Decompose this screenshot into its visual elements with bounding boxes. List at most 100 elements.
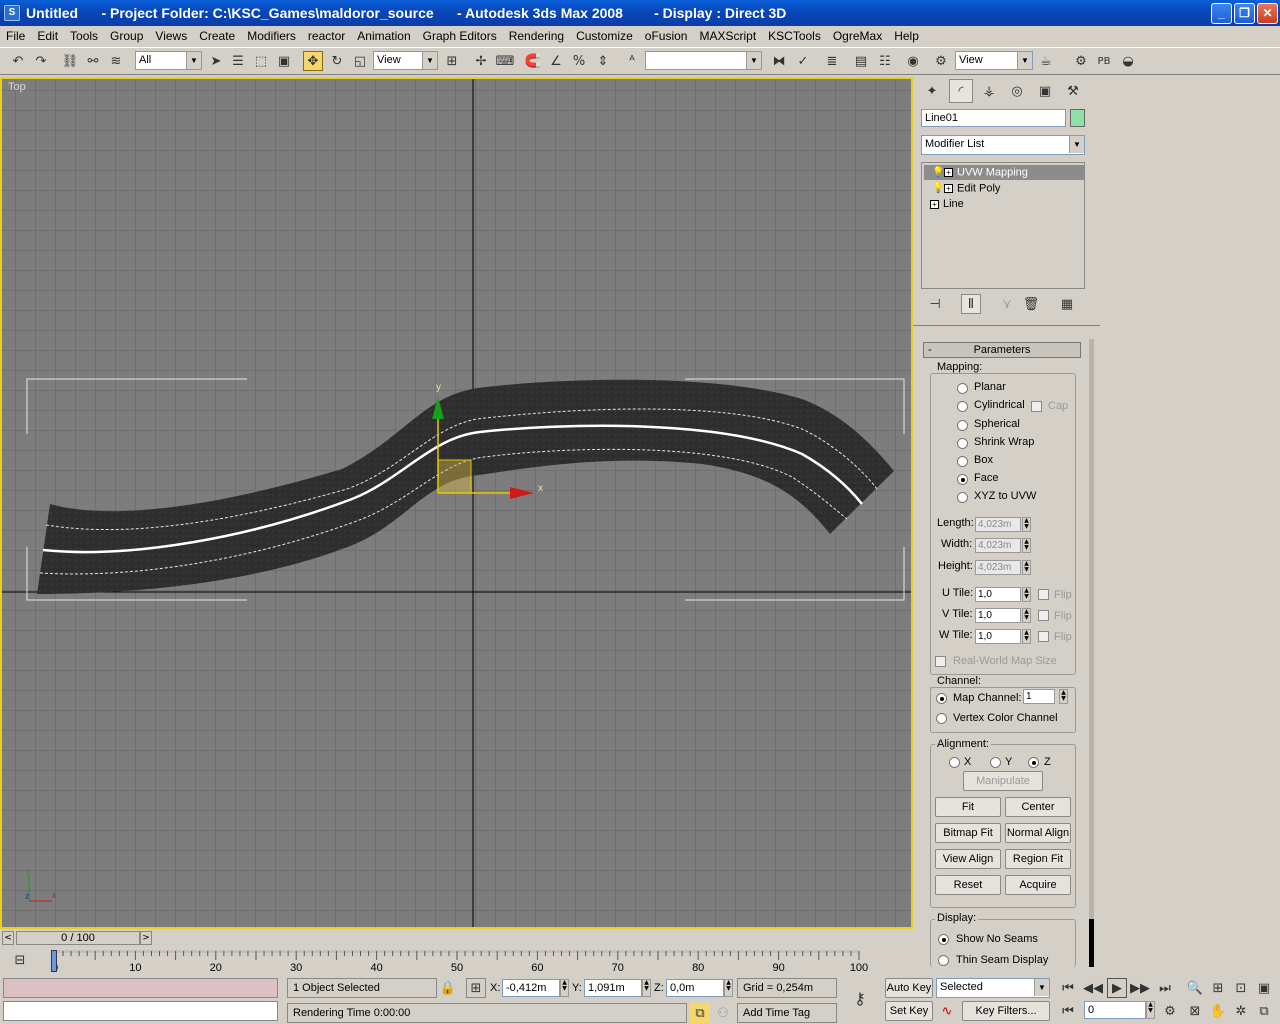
menu-reactor[interactable]: reactor [302,29,351,43]
curve-editor-icon[interactable]: ▤ [851,51,871,71]
menu-file[interactable]: File [0,29,31,43]
acquire-button[interactable]: Acquire [1005,875,1071,895]
configure-sets-icon[interactable]: ▦ [1057,294,1077,314]
set-key-button[interactable]: Set Key [885,1001,933,1021]
keyboard-shortcut-icon[interactable]: ⌨ [495,51,515,71]
radio-cylindrical[interactable] [957,401,968,412]
object-color-swatch[interactable] [1070,109,1085,127]
snap-toggle-icon[interactable]: 🧲 [523,51,543,71]
create-tab-icon[interactable]: ✦ [920,79,944,103]
stack-item-uvw-mapping[interactable]: 💡 + UVW Mapping [924,165,1084,180]
radio-align-y[interactable] [990,757,1001,768]
select-move-icon[interactable]: ✥ [303,51,323,71]
modify-tab-icon[interactable]: ◜ [949,79,973,103]
panel-scrollbar[interactable] [1089,339,1094,967]
menu-graph-editors[interactable]: Graph Editors [417,29,503,43]
quick-render-icon[interactable]: ☕ [1036,51,1056,71]
stack-item-edit-poly[interactable]: 💡 + Edit Poly [924,181,1084,196]
redo-icon[interactable]: ↷ [31,51,51,71]
render-setup-icon[interactable]: ⚙ [931,51,951,71]
maximize-viewport-icon[interactable]: ⧉ [1254,1001,1274,1021]
lock-selection-icon[interactable]: 🔒 [438,978,458,998]
key-mode-dropdown[interactable]: Selected ▼ [936,978,1050,998]
angle-snap-icon[interactable]: ∠ [546,51,566,71]
lightbulb-icon[interactable]: 💡 [932,165,944,180]
menu-modifiers[interactable]: Modifiers [241,29,302,43]
add-time-tag-button[interactable]: Add Time Tag [737,1003,837,1023]
mini-curve-editor-icon[interactable]: ⊟ [10,950,30,970]
manipulate-icon[interactable]: ✢ [471,51,491,71]
set-key-curve-icon[interactable]: ∿ [937,1001,957,1021]
pin-stack-icon[interactable]: ⊣ [925,294,945,314]
radio-planar[interactable] [957,383,968,394]
layer-manager-icon[interactable]: ≣ [822,51,842,71]
selection-lock-icon[interactable]: ⚇ [713,1003,733,1023]
remove-modifier-icon[interactable]: 🗑 [1021,294,1041,314]
close-button[interactable]: ✕ [1257,3,1278,24]
gizmo-x-arrow[interactable] [510,487,534,499]
menu-ogremax[interactable]: OgreMax [827,29,888,43]
center-button[interactable]: Center [1005,797,1071,817]
select-rotate-icon[interactable]: ↻ [327,51,347,71]
settings-gear-icon[interactable]: ⚙ [1071,51,1091,71]
cap-checkbox[interactable] [1031,401,1042,412]
maxscript-listener-mini[interactable] [3,978,278,998]
bind-spacewarp-icon[interactable]: ≋ [106,51,126,71]
auto-key-button[interactable]: Auto Key [885,978,933,998]
width-spinner[interactable]: 4,023m [975,538,1021,553]
rect-selection-icon[interactable]: ⬚ [251,51,271,71]
expand-plus-icon[interactable]: + [944,168,953,177]
z-coord-field[interactable]: 0,0m [666,979,724,997]
time-slider-thumb[interactable]: 0 / 100 [16,931,140,945]
menu-customize[interactable]: Customize [570,29,639,43]
spinner-arrows-icon[interactable]: ▲ ▼ [1146,1001,1155,1019]
normal-align-button[interactable]: Normal Align [1005,823,1071,843]
edit-named-selection-icon[interactable]: ᴬ [622,51,642,71]
height-spinner[interactable]: 4,023m [975,560,1021,575]
unlink-icon[interactable]: ⚯ [83,51,103,71]
spinner-arrows-icon[interactable]: ▲ ▼ [724,979,733,997]
spinner-arrows-icon[interactable]: ▲ ▼ [1022,538,1031,553]
make-unique-icon[interactable]: ⋎ [997,294,1017,314]
expand-plus-icon[interactable]: + [930,199,939,209]
undo-icon[interactable]: ↶ [8,51,28,71]
spinner-snap-icon[interactable]: ⇕ [593,51,613,71]
goto-start-icon[interactable]: ⏮ [1058,978,1078,998]
parameters-rollout-header[interactable]: - Parameters [923,342,1081,358]
prev-frame-arrow-icon[interactable]: < [2,931,14,945]
menu-animation[interactable]: Animation [351,29,416,43]
key-mode-toggle-icon[interactable]: ⏮ [1058,1001,1078,1021]
radio-vertex-color[interactable] [936,713,947,724]
time-config-icon[interactable]: ⚙ [1160,1001,1180,1021]
menu-edit[interactable]: Edit [31,29,64,43]
y-coord-field[interactable]: 1,091m [584,979,642,997]
next-frame-arrow-icon[interactable]: > [140,931,152,945]
menu-tools[interactable]: Tools [64,29,104,43]
x-coord-field[interactable]: -0,412m [502,979,560,997]
u-flip-checkbox[interactable] [1038,589,1049,600]
motion-tab-icon[interactable]: ◎ [1005,79,1029,103]
selection-filter-dropdown[interactable]: All ▼ [135,51,202,70]
v-flip-checkbox[interactable] [1038,610,1049,621]
minimize-button[interactable]: _ [1211,3,1232,24]
pivot-center-icon[interactable]: ⊞ [442,51,462,71]
select-object-icon[interactable]: ➤ [206,51,226,71]
stack-item-line[interactable]: + Line [924,197,1084,212]
map-channel-spinner[interactable]: 1 [1023,689,1055,704]
next-key-icon[interactable]: ▶▶ [1130,978,1150,998]
maxscript-input[interactable] [3,1001,278,1021]
zoom-extents-all-icon[interactable]: ▣ [1254,978,1274,998]
real-world-checkbox[interactable] [935,656,946,667]
select-link-icon[interactable]: ⛓ [60,51,80,71]
spinner-arrows-icon[interactable]: ▲ ▼ [1022,629,1031,644]
fit-button[interactable]: Fit [935,797,1001,817]
move-gizmo-plane[interactable] [437,459,472,494]
pan-hand-icon[interactable]: ✋ [1208,1001,1228,1021]
menu-ofusion[interactable]: oFusion [639,29,694,43]
pb-label[interactable]: PB [1094,51,1114,71]
mirror-icon[interactable]: ⧓ [769,51,789,71]
reference-coord-dropdown[interactable]: View ▼ [373,51,438,70]
window-crossing-icon[interactable]: ▣ [274,51,294,71]
menu-rendering[interactable]: Rendering [503,29,570,43]
spinner-arrows-icon[interactable]: ▲ ▼ [642,979,651,997]
